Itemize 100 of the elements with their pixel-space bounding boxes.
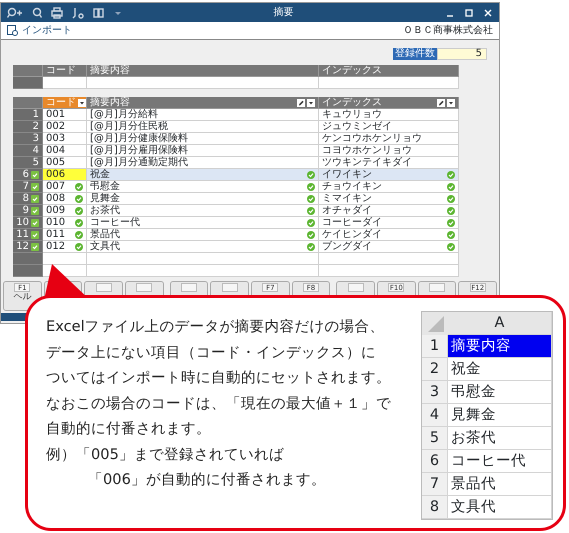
column-header: インデックス [319, 65, 459, 77]
index-cell-text: ツウキンテイキダイ [322, 157, 413, 168]
sheet-cell: 景品代 [448, 473, 552, 496]
row-header[interactable]: 8 [13, 193, 43, 205]
row-header[interactable]: 5 [13, 157, 43, 169]
summary-cell-text: [@月]月分給料 [90, 109, 158, 120]
row-number: 2 [422, 358, 448, 381]
column-header: 摘要内容 [87, 65, 319, 77]
code-cell-text: 007 [46, 181, 66, 192]
column-header: コード [43, 65, 87, 77]
input-cell[interactable] [87, 77, 319, 89]
sheet-cell: 文具代 [448, 496, 552, 519]
row-number: 8 [22, 193, 29, 204]
column-letter: A [448, 312, 552, 335]
code-cell-text: 010 [46, 217, 66, 228]
summary-cell-text: 弔慰金 [90, 181, 121, 192]
dropdown-icon[interactable] [78, 98, 86, 106]
summary-cell-text: 見舞金 [90, 193, 121, 204]
input-cell[interactable] [319, 77, 459, 89]
code-cell-text: 003 [46, 133, 66, 144]
sheet-cell: お茶代 [448, 427, 552, 450]
count-value: 5 [437, 48, 487, 60]
row-header[interactable]: 7 [13, 181, 43, 193]
row-number: 4 [32, 145, 39, 156]
row-header [13, 77, 43, 89]
code-cell-text: 005 [46, 157, 66, 168]
sheet-cell: 見舞金 [448, 404, 552, 427]
row-header[interactable]: 11 [13, 229, 43, 241]
row-header[interactable]: 1 [13, 109, 43, 121]
pencil-icon[interactable] [437, 98, 445, 106]
pencil-icon[interactable] [297, 98, 305, 106]
summary-cell-text: コーヒー代 [90, 217, 141, 228]
note-line: 自動的に付番されます。 [46, 419, 212, 439]
code-cell-text: 011 [46, 229, 66, 240]
header-cell [13, 65, 43, 77]
row-number: 7 [22, 181, 29, 192]
dropdown-icon[interactable] [447, 98, 455, 106]
row-number: 5 [32, 157, 39, 168]
index-cell-text: ケイヒンダイ [322, 229, 383, 240]
sheet-cell: 摘要内容 [448, 335, 552, 358]
summary-cell-text: [@月]月分住民税 [90, 121, 169, 132]
note-line: 例）「005」まで登録されていれば [46, 444, 285, 464]
row-number: 11 [16, 229, 29, 240]
row-number: 9 [22, 205, 29, 216]
column-header-label: 摘要内容 [90, 97, 131, 108]
index-cell-text: オチャダイ [322, 205, 373, 216]
summary-cell-text: [@月]月分健康保険料 [90, 133, 189, 144]
row-header[interactable]: 9 [13, 205, 43, 217]
code-cell-text: 006 [46, 169, 66, 180]
column-header-label: コード [46, 97, 76, 108]
index-cell-text: ジュウミンゼイ [322, 121, 393, 132]
summary-cell-text: [@月]月分通勤定期代 [90, 157, 189, 168]
count-label: 登録件数 [393, 48, 437, 60]
row-number: 12 [16, 241, 29, 252]
index-cell-text: コーヒーダイ [322, 217, 383, 228]
row-number: 5 [422, 427, 448, 450]
index-cell-text: ブングダイ [322, 241, 373, 252]
close-icon[interactable] [483, 8, 493, 18]
note-line: データ上にない項目（コード・インデックス）に [46, 342, 377, 362]
sheet-cell: 祝金 [448, 358, 552, 381]
row-header[interactable]: 2 [13, 121, 43, 133]
check-icon [31, 170, 39, 178]
tool-icon[interactable] [72, 6, 84, 18]
code-cell-text: 004 [46, 145, 66, 156]
row-header[interactable]: 4 [13, 145, 43, 157]
row-number: 6 [22, 169, 29, 180]
row-number: 8 [422, 496, 448, 519]
row-number: 2 [32, 121, 39, 132]
book-icon[interactable] [93, 6, 105, 18]
index-cell-text: ミマイキン [322, 193, 373, 204]
check-icon [31, 182, 39, 190]
input-cell[interactable] [43, 77, 87, 89]
index-cell-text: イワイキン [322, 169, 373, 180]
summary-cell-text: [@月]月分雇用保険料 [90, 145, 189, 156]
dropdown-icon[interactable] [307, 98, 315, 106]
import-button[interactable]: インポート [7, 23, 72, 38]
row-header[interactable]: 3 [13, 133, 43, 145]
note-line: 「006」が自動的に付番されます。 [87, 470, 327, 490]
row-header[interactable]: 10 [13, 217, 43, 229]
row-number: 3 [422, 381, 448, 404]
check-icon [31, 218, 39, 226]
sheet-cell: 弔慰金 [448, 381, 552, 404]
row-header[interactable]: 6 [13, 169, 43, 181]
printer-icon[interactable] [51, 6, 63, 18]
index-cell-text: チョウイキン [322, 181, 383, 192]
row-number: 1 [422, 335, 448, 358]
code-cell-text: 001 [46, 109, 66, 120]
row-header[interactable]: 12 [13, 241, 43, 253]
index-cell-text: ケンコウホケンリョウ [322, 133, 423, 144]
code-cell-text: 002 [46, 121, 66, 132]
summary-cell-text: 祝金 [90, 169, 111, 180]
maximize-icon[interactable] [464, 8, 474, 18]
summary-cell-text: 文具代 [90, 241, 121, 252]
row-number: 7 [422, 473, 448, 496]
zoom-in-icon[interactable] [7, 6, 23, 18]
search-icon[interactable] [32, 6, 42, 18]
code-cell-text: 008 [46, 193, 66, 204]
note-line: ついてはインポート時に自動的にセットされます。 [46, 368, 392, 388]
check-icon [31, 242, 39, 250]
index-cell-text: キュウリョウ [322, 109, 383, 120]
